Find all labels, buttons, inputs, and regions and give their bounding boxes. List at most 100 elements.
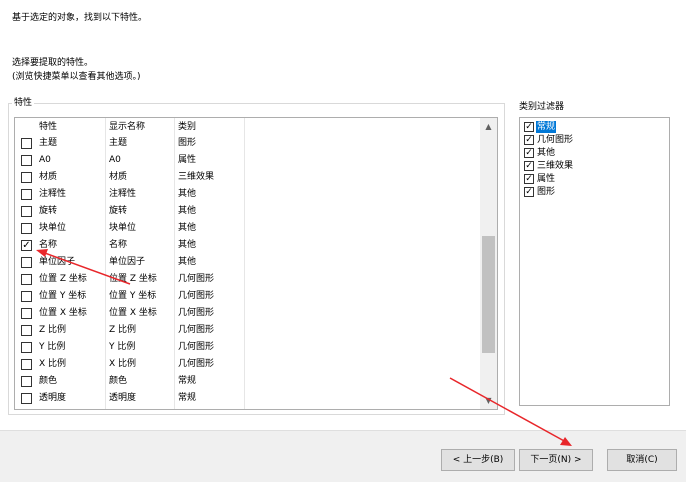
row-checkbox[interactable] xyxy=(21,325,32,336)
display-name-cell[interactable]: 位置 Y 坐标 xyxy=(109,290,156,302)
property-name-cell: X 比例 xyxy=(39,359,67,369)
category-cell: 其他 xyxy=(178,240,197,250)
category-cell: 几何图形 xyxy=(178,342,215,352)
property-name-cell: 材质 xyxy=(39,172,58,182)
column-header-property[interactable]: 特性 xyxy=(39,121,57,133)
filter-checkbox[interactable]: ✓ xyxy=(524,148,534,158)
property-name-cell: A0 xyxy=(39,155,51,165)
chevron-down-icon[interactable]: ▼ xyxy=(480,392,497,409)
filter-item-label: 常规 xyxy=(536,121,557,133)
property-name-cell: 主题 xyxy=(39,138,58,148)
display-name-cell[interactable]: 材质 xyxy=(109,171,127,183)
table-row[interactable]: A0 A0 属性 xyxy=(15,152,481,169)
column-header-display-name[interactable]: 显示名称 xyxy=(109,121,145,133)
category-filter-list[interactable]: ✓ 常规 ✓ 几何图形 ✓ 其他 ✓ 三维效果 ✓ 属性 ✓ 图形 xyxy=(519,117,670,406)
row-checkbox[interactable] xyxy=(21,223,32,234)
table-row[interactable]: 位置 Z 坐标 位置 Z 坐标 几何图形 xyxy=(15,271,481,288)
display-name-cell[interactable]: X 比例 xyxy=(109,358,136,370)
filter-checkbox[interactable]: ✓ xyxy=(524,161,534,171)
filter-item-label: 其他 xyxy=(537,148,556,158)
filter-item-label: 属性 xyxy=(537,174,556,184)
row-checkbox[interactable] xyxy=(21,257,32,268)
property-name-cell: 位置 Z 坐标 xyxy=(39,274,87,284)
display-name-cell[interactable]: 位置 X 坐标 xyxy=(109,307,157,319)
filter-item-label: 几何图形 xyxy=(537,135,574,145)
property-name-cell: 注释性 xyxy=(39,189,67,199)
display-name-cell[interactable]: 颜色 xyxy=(109,375,127,387)
table-row[interactable]: 注释性 注释性 其他 xyxy=(15,186,481,203)
scrollbar-thumb[interactable] xyxy=(482,236,495,353)
filter-checkbox[interactable]: ✓ xyxy=(524,174,534,184)
display-name-cell[interactable]: Y 比例 xyxy=(109,341,135,353)
category-cell: 其他 xyxy=(178,223,197,233)
back-button[interactable]: < 上一步(B) xyxy=(441,449,515,471)
property-name-cell: 颜色 xyxy=(39,376,58,386)
category-cell: 几何图形 xyxy=(178,308,215,318)
filter-item[interactable]: ✓ 三维效果 xyxy=(522,160,667,172)
wizard-footer: < 上一步(B) 下一页(N) > 取消(C) xyxy=(0,430,686,482)
display-name-cell[interactable]: 旋转 xyxy=(109,205,127,217)
table-row[interactable]: 单位因子 单位因子 其他 xyxy=(15,254,481,271)
table-row[interactable]: 位置 Y 坐标 位置 Y 坐标 几何图形 xyxy=(15,288,481,305)
row-checkbox[interactable] xyxy=(21,274,32,285)
filter-item[interactable]: ✓ 其他 xyxy=(522,147,667,159)
row-checkbox[interactable] xyxy=(21,189,32,200)
next-button[interactable]: 下一页(N) > xyxy=(519,449,593,471)
table-row[interactable]: 主题 主题 图形 xyxy=(15,135,481,152)
filter-item[interactable]: ✓ 常规 xyxy=(522,121,667,133)
table-row[interactable]: 位置 X 坐标 位置 X 坐标 几何图形 xyxy=(15,305,481,322)
row-checkbox[interactable] xyxy=(21,376,32,387)
table-row[interactable]: ✓ 名称 名称 其他 xyxy=(15,237,481,254)
table-row[interactable]: 透明度 透明度 常规 xyxy=(15,390,481,407)
category-cell: 其他 xyxy=(178,189,197,199)
display-name-cell[interactable]: 透明度 xyxy=(109,392,136,404)
row-checkbox[interactable] xyxy=(21,342,32,353)
row-checkbox[interactable] xyxy=(21,172,32,183)
display-name-cell[interactable]: 单位因子 xyxy=(109,256,145,268)
properties-table[interactable]: 特性 显示名称 类别 主题 主题 图形 A0 A0 属性 材质 材质 三维效果 注释性 注释性 其他旋… xyxy=(14,117,498,410)
filter-checkbox[interactable]: ✓ xyxy=(524,187,534,197)
row-checkbox[interactable] xyxy=(21,291,32,302)
row-checkbox[interactable] xyxy=(21,308,32,319)
table-row[interactable]: X 比例 X 比例 几何图形 xyxy=(15,356,481,373)
property-name-cell: 块单位 xyxy=(39,223,67,233)
table-row[interactable]: 颜色 颜色 常规 xyxy=(15,373,481,390)
display-name-cell[interactable]: 位置 Z 坐标 xyxy=(109,273,157,285)
filter-item[interactable]: ✓ 属性 xyxy=(522,173,667,185)
display-name-cell[interactable]: Z 比例 xyxy=(109,324,136,336)
row-checkbox[interactable]: ✓ xyxy=(21,240,32,251)
property-name-cell: 位置 X 坐标 xyxy=(39,308,87,318)
filter-checkbox[interactable]: ✓ xyxy=(524,122,534,132)
table-header-row: 特性 显示名称 类别 xyxy=(15,118,481,135)
column-header-category[interactable]: 类别 xyxy=(178,121,196,133)
row-checkbox[interactable] xyxy=(21,393,32,404)
row-checkbox[interactable] xyxy=(21,155,32,166)
row-checkbox[interactable] xyxy=(21,206,32,217)
table-row[interactable]: 旋转 旋转 其他 xyxy=(15,203,481,220)
instruction-hint-text: (浏览快捷菜单以查看其他选项。) xyxy=(12,72,141,82)
filter-checkbox[interactable]: ✓ xyxy=(524,135,534,145)
row-checkbox[interactable] xyxy=(21,359,32,370)
properties-group-label: 特性 xyxy=(12,97,35,109)
row-checkbox[interactable] xyxy=(21,138,32,149)
display-name-cell[interactable]: 主题 xyxy=(109,137,127,149)
display-name-cell[interactable]: A0 xyxy=(109,154,121,166)
vertical-scrollbar[interactable]: ▲ ▼ xyxy=(480,118,497,409)
table-row[interactable]: Z 比例 Z 比例 几何图形 xyxy=(15,322,481,339)
display-name-cell[interactable]: 名称 xyxy=(109,239,127,251)
filter-item[interactable]: ✓ 几何图形 xyxy=(522,134,667,146)
instruction-select-text: 选择要提取的特性。 xyxy=(12,58,94,68)
filter-item[interactable]: ✓ 图形 xyxy=(522,186,667,198)
table-row[interactable]: 材质 材质 三维效果 xyxy=(15,169,481,186)
category-cell: 几何图形 xyxy=(178,359,215,369)
chevron-up-icon[interactable]: ▲ xyxy=(480,118,497,135)
table-row[interactable]: Y 比例 Y 比例 几何图形 xyxy=(15,339,481,356)
category-cell: 其他 xyxy=(178,257,197,267)
display-name-cell[interactable]: 块单位 xyxy=(109,222,136,234)
category-cell: 图形 xyxy=(178,138,197,148)
cancel-button[interactable]: 取消(C) xyxy=(607,449,677,471)
instruction-text: 基于选定的对象，找到以下特性。 xyxy=(12,13,148,23)
property-name-cell: 旋转 xyxy=(39,206,58,216)
display-name-cell[interactable]: 注释性 xyxy=(109,188,136,200)
table-row[interactable]: 块单位 块单位 其他 xyxy=(15,220,481,237)
